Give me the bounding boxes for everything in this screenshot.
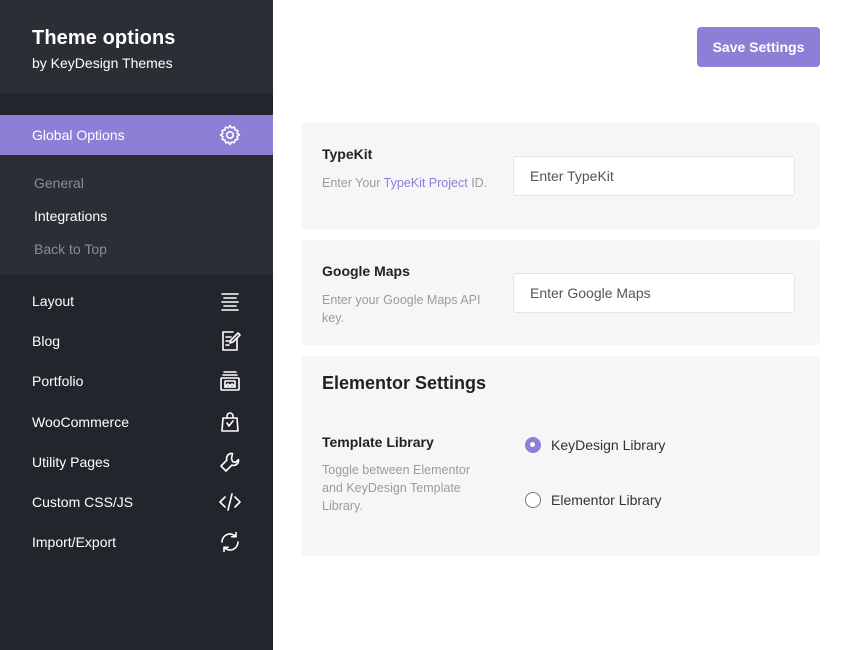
sidebar: Theme options by KeyDesign Themes Global…: [0, 0, 273, 650]
radio-elementor-library[interactable]: Elementor Library: [525, 492, 662, 508]
radio-unchecked-icon[interactable]: [525, 492, 541, 508]
google-maps-description: Enter your Google Maps API key.: [322, 293, 481, 325]
submenu-item-integrations[interactable]: Integrations: [0, 202, 273, 235]
radio-keydesign-library[interactable]: KeyDesign Library: [525, 437, 665, 453]
save-settings-button[interactable]: Save Settings: [697, 27, 820, 67]
submenu-item-general[interactable]: General: [0, 169, 273, 202]
google-maps-card: Google Maps Enter your Google Maps API k…: [302, 240, 820, 345]
sidebar-item-label: WooCommerce: [32, 413, 129, 430]
shopping-bag-icon: [217, 409, 243, 435]
code-icon: [217, 489, 243, 515]
sidebar-item-label: Blog: [32, 333, 61, 350]
typekit-desc-suffix: ID.: [467, 176, 488, 190]
document-edit-icon: [217, 328, 243, 354]
sidebar-item-label: Portfolio: [32, 373, 84, 390]
typekit-card: TypeKit Enter Your TypeKit Project ID.: [302, 123, 820, 229]
typekit-label: TypeKit: [322, 146, 373, 162]
typekit-description: Enter Your TypeKit Project ID.: [322, 174, 492, 192]
sidebar-item-utility-pages[interactable]: Utility Pages: [0, 442, 273, 482]
sidebar-item-global-options[interactable]: Global Options: [0, 115, 273, 155]
elementor-settings-title: Elementor Settings: [322, 373, 487, 393]
sidebar-nav: Layout Blog Portfolio WooCommerce Utilit…: [0, 275, 273, 562]
sidebar-item-label: Utility Pages: [32, 453, 110, 470]
brand-header: Theme options by KeyDesign Themes: [0, 0, 273, 94]
google-maps-label: Google Maps: [322, 263, 410, 279]
gear-icon: [217, 122, 243, 148]
sidebar-spacer: [0, 94, 273, 115]
radio-label: KeyDesign Library: [551, 437, 666, 453]
typekit-project-link[interactable]: TypeKit Project: [384, 176, 468, 190]
elementor-settings-card: Elementor Settings Template Library Togg…: [302, 356, 820, 556]
sidebar-item-layout[interactable]: Layout: [0, 281, 273, 321]
submenu-item-back-to-top[interactable]: Back to Top: [0, 235, 273, 268]
sidebar-item-label: Global Options: [32, 127, 125, 143]
brand-subtitle: by KeyDesign Themes: [32, 55, 173, 71]
sidebar-item-portfolio[interactable]: Portfolio: [0, 361, 273, 401]
sidebar-item-label: Import/Export: [32, 534, 117, 551]
sidebar-item-blog[interactable]: Blog: [0, 321, 273, 361]
wrench-icon: [217, 449, 243, 475]
template-library-description: Toggle between Elementor and KeyDesign T…: [322, 463, 471, 513]
sidebar-item-label: Layout: [32, 293, 75, 310]
google-maps-input[interactable]: [513, 273, 795, 313]
template-library-label: Template Library: [322, 434, 434, 450]
sync-icon: [217, 529, 243, 555]
sidebar-item-label: Custom CSS/JS: [32, 494, 134, 511]
sidebar-item-import-export[interactable]: Import/Export: [0, 522, 273, 562]
typekit-input[interactable]: [513, 156, 795, 196]
sidebar-item-woocommerce[interactable]: WooCommerce: [0, 402, 273, 442]
global-options-submenu: General Integrations Back to Top: [0, 155, 273, 275]
portfolio-image-icon: [217, 368, 243, 394]
sidebar-item-custom-css-js[interactable]: Custom CSS/JS: [0, 482, 273, 522]
typekit-desc-prefix: Enter Your: [322, 176, 384, 190]
align-lines-icon: [217, 288, 243, 314]
radio-checked-icon[interactable]: [525, 437, 541, 453]
brand-title: Theme options: [32, 27, 176, 49]
radio-label: Elementor Library: [551, 492, 662, 508]
